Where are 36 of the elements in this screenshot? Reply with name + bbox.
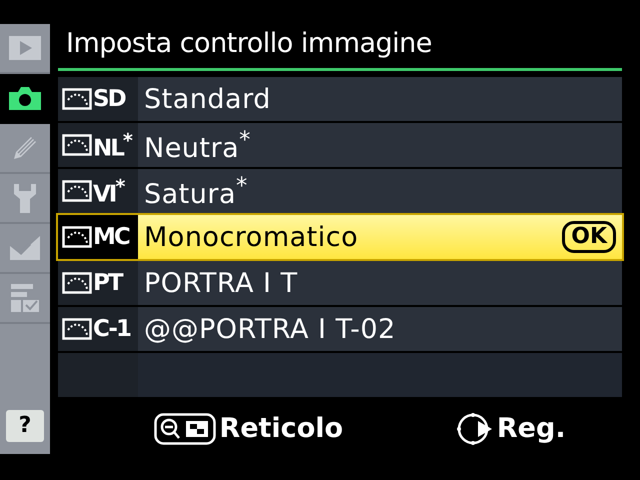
picture-control-code: C-1 (93, 316, 130, 342)
footer-label: Reg. (496, 413, 566, 444)
menu-tab[interactable] (0, 74, 50, 124)
play-icon (8, 35, 42, 61)
picture-control-name: Standard (143, 84, 272, 114)
picture-control-icon (62, 134, 92, 156)
picture-control-item[interactable]: SD Standard (58, 77, 622, 121)
picture-control-item[interactable]: C-1 @@PORTRA I T-02 (58, 307, 622, 351)
picture-control-icon (62, 272, 92, 294)
footer-label: Reticolo (219, 413, 344, 444)
picture-control-code: MC (93, 224, 129, 250)
picture-control-icon (62, 226, 92, 248)
picture-control-code: VI$^{*}$ (93, 174, 124, 208)
multi-selector-icon (456, 412, 494, 446)
checklist-icon (9, 282, 41, 314)
picture-control-item[interactable]: NL$^{*}$ Neutra$^{*}$ (58, 123, 622, 167)
picture-control-name: Monocromatico (143, 222, 360, 252)
picture-control-icon (62, 318, 92, 340)
zoom-grid-icon (154, 412, 216, 444)
ok-badge: OK (562, 221, 616, 253)
help-button[interactable]: ? (6, 410, 44, 442)
picture-control-name: PORTRA I T (143, 268, 299, 298)
picture-control-item[interactable]: PT PORTRA I T (58, 261, 622, 305)
picture-control-name: @@PORTRA I T-02 (143, 314, 397, 344)
picture-control-code: PT (93, 270, 122, 296)
picture-control-code: NL$^{*}$ (93, 128, 131, 162)
picture-control-item[interactable]: VI$^{*}$ Satura$^{*}$ (58, 169, 622, 213)
picture-control-icon (62, 180, 92, 202)
wrench-icon (12, 182, 38, 214)
picture-control-icon (62, 88, 92, 110)
picture-control-code: SD (93, 86, 125, 112)
picture-control-name: Neutra$^{*}$ (143, 126, 252, 164)
menu-title: Imposta controllo immagine (58, 24, 622, 71)
picture-control-item[interactable]: MC Monocromatico OK (58, 215, 622, 259)
camera-icon (7, 84, 43, 112)
picture-control-name: Satura$^{*}$ (143, 172, 249, 210)
